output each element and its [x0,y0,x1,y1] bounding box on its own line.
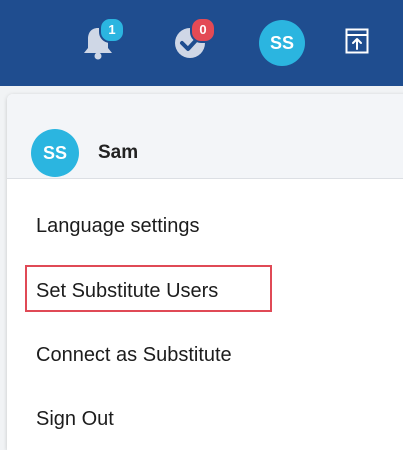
user-avatar-button[interactable]: SS [259,20,305,66]
language-settings-menu-item[interactable]: Language settings [36,215,199,238]
top-navigation-bar: 1 0 SS [0,0,403,86]
notifications-count-badge: 1 [99,17,125,43]
panel-toggle-icon [345,28,369,59]
connect-as-substitute-menu-item[interactable]: Connect as Substitute [36,344,232,367]
user-profile-row[interactable]: SS Sam [7,94,403,179]
user-name: Sam [98,142,139,163]
tasks-count-badge: 0 [190,17,216,43]
avatar: SS [31,129,79,177]
set-substitute-users-menu-item[interactable]: Set Substitute Users [36,280,218,303]
panel-toggle-button[interactable] [345,28,369,59]
sign-out-menu-item[interactable]: Sign Out [36,408,114,431]
user-menu-dropdown: SS Sam Language settings Set Substitute … [7,94,403,450]
